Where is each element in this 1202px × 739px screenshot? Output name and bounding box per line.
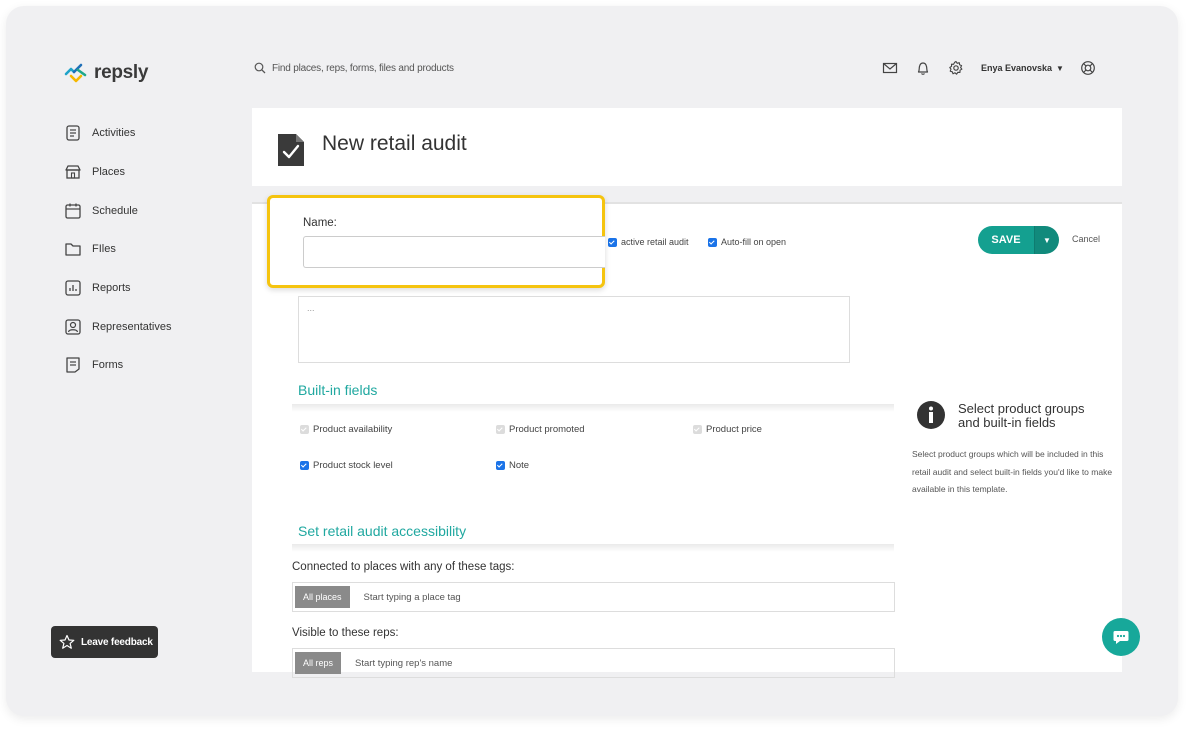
info-icon <box>917 401 945 429</box>
save-dropdown-button[interactable]: ▼ <box>1034 226 1059 254</box>
save-button-group: SAVE ▼ <box>978 226 1059 254</box>
checkbox-checked[interactable] <box>608 237 617 247</box>
calendar-icon <box>65 203 81 219</box>
autofill-label: Auto-fill on open <box>721 237 787 247</box>
caret-down-icon: ▼ <box>1043 235 1051 245</box>
active-label: active retail audit <box>621 237 689 247</box>
field-product-promoted[interactable]: Product promoted <box>496 424 585 435</box>
field-note[interactable]: Note <box>496 460 529 471</box>
field-label: Product price <box>706 424 762 435</box>
field-label: Product stock level <box>313 460 393 471</box>
brand-name: repsly <box>94 62 149 83</box>
star-icon <box>59 634 75 649</box>
sidebar-item-schedule[interactable]: Schedule <box>64 191 172 230</box>
builtin-fields-title: Built-in fields <box>298 382 378 398</box>
store-icon <box>65 165 81 179</box>
sidebar-item-label: Reports <box>92 282 131 295</box>
top-toolbar: Enya Evanovska ▼ <box>882 59 1113 77</box>
caret-down-icon[interactable]: ▼ <box>1056 64 1064 73</box>
active-retail-audit-checkbox[interactable]: active retail audit <box>608 237 689 247</box>
page-title: New retail audit <box>322 132 467 155</box>
sidebar-item-label: Schedule <box>92 204 138 217</box>
help-button[interactable] <box>1080 60 1096 76</box>
save-button[interactable]: SAVE <box>978 226 1034 254</box>
checkbox-disabled <box>496 425 505 434</box>
audit-document-icon <box>278 134 304 166</box>
reps-label: Visible to these reps: <box>292 627 399 639</box>
page-header: New retail audit <box>252 108 1122 186</box>
folder-icon <box>65 243 81 257</box>
sidebar-item-representatives[interactable]: Representatives <box>64 307 172 346</box>
rep-name-placeholder: Start typing rep's name <box>355 657 453 669</box>
autofill-checkbox[interactable]: Auto-fill on open <box>708 237 786 247</box>
gear-icon <box>949 60 963 75</box>
field-label: Note <box>509 460 530 471</box>
global-search[interactable]: Find places, reps, forms, files and prod… <box>254 62 654 74</box>
person-icon <box>65 319 81 335</box>
places-tags-label: Connected to places with any of these ta… <box>292 561 515 573</box>
repsly-logo-icon <box>64 63 87 83</box>
name-label: Name: <box>303 217 337 229</box>
checkbox-disabled <box>300 425 309 434</box>
mail-button[interactable] <box>882 60 898 76</box>
chat-icon <box>1113 631 1129 644</box>
field-product-availability[interactable]: Product availability <box>300 424 392 435</box>
place-tag-input[interactable]: All places Start typing a place tag <box>292 582 895 612</box>
feedback-label: Leave feedback <box>81 636 153 648</box>
sidebar-item-files[interactable]: FIles <box>64 230 172 269</box>
checkbox-disabled <box>693 425 702 434</box>
notifications-button[interactable] <box>915 60 931 76</box>
field-product-stock-level[interactable]: Product stock level <box>300 460 393 471</box>
bell-icon <box>917 62 929 75</box>
checkbox-checked[interactable] <box>708 237 717 247</box>
sidebar-item-label: Forms <box>92 359 124 372</box>
lifebuoy-icon <box>1081 61 1095 75</box>
search-input[interactable]: Find places, reps, forms, files and prod… <box>272 63 454 74</box>
search-icon <box>254 62 266 74</box>
chat-button[interactable] <box>1102 618 1140 656</box>
leave-feedback-button[interactable]: Leave feedback <box>51 626 158 658</box>
place-tag-placeholder: Start typing a place tag <box>363 591 461 603</box>
all-places-chip[interactable]: All places <box>295 586 350 608</box>
sidebar-item-activities[interactable]: Activities <box>64 114 172 153</box>
checkbox-checked[interactable] <box>496 461 505 470</box>
sidebar-item-label: Representatives <box>92 320 172 333</box>
sidebar-item-label: Places <box>92 166 126 179</box>
section-divider <box>292 544 894 552</box>
info-title: Select product groups and built-in field… <box>958 401 1085 430</box>
sidebar-item-forms[interactable]: Forms <box>64 346 172 385</box>
form-icon <box>66 357 80 374</box>
field-label: Product promoted <box>509 424 585 435</box>
info-text: Select product groups which will be incl… <box>912 449 1113 494</box>
description-textarea[interactable]: ... <box>298 296 850 363</box>
sidebar-item-label: FIles <box>92 243 116 256</box>
description-placeholder: ... <box>307 303 315 313</box>
user-menu[interactable]: Enya Evanovska <box>981 63 1052 73</box>
repsly-logo[interactable]: repsly <box>64 62 148 84</box>
sidebar-item-places[interactable]: Places <box>64 153 172 192</box>
settings-button[interactable] <box>948 60 964 76</box>
accessibility-title: Set retail audit accessibility <box>298 523 467 539</box>
name-input[interactable] <box>303 236 605 268</box>
field-product-price[interactable]: Product price <box>693 424 762 435</box>
all-reps-chip[interactable]: All reps <box>295 652 342 674</box>
section-divider <box>292 404 894 412</box>
activities-icon <box>66 125 80 141</box>
rep-name-input[interactable]: All reps Start typing rep's name <box>292 648 895 678</box>
report-icon <box>65 280 81 296</box>
field-label: Product availability <box>313 424 393 435</box>
name-field-highlight: Name: <box>267 195 605 288</box>
sidebar-item-label: Activities <box>92 127 136 140</box>
mail-icon <box>882 62 898 74</box>
sidebar: Activities Places Schedule FIles Reports… <box>64 114 172 385</box>
sidebar-item-reports[interactable]: Reports <box>64 269 172 308</box>
checkbox-checked[interactable] <box>300 461 309 470</box>
cancel-button[interactable]: Cancel <box>1072 234 1100 244</box>
